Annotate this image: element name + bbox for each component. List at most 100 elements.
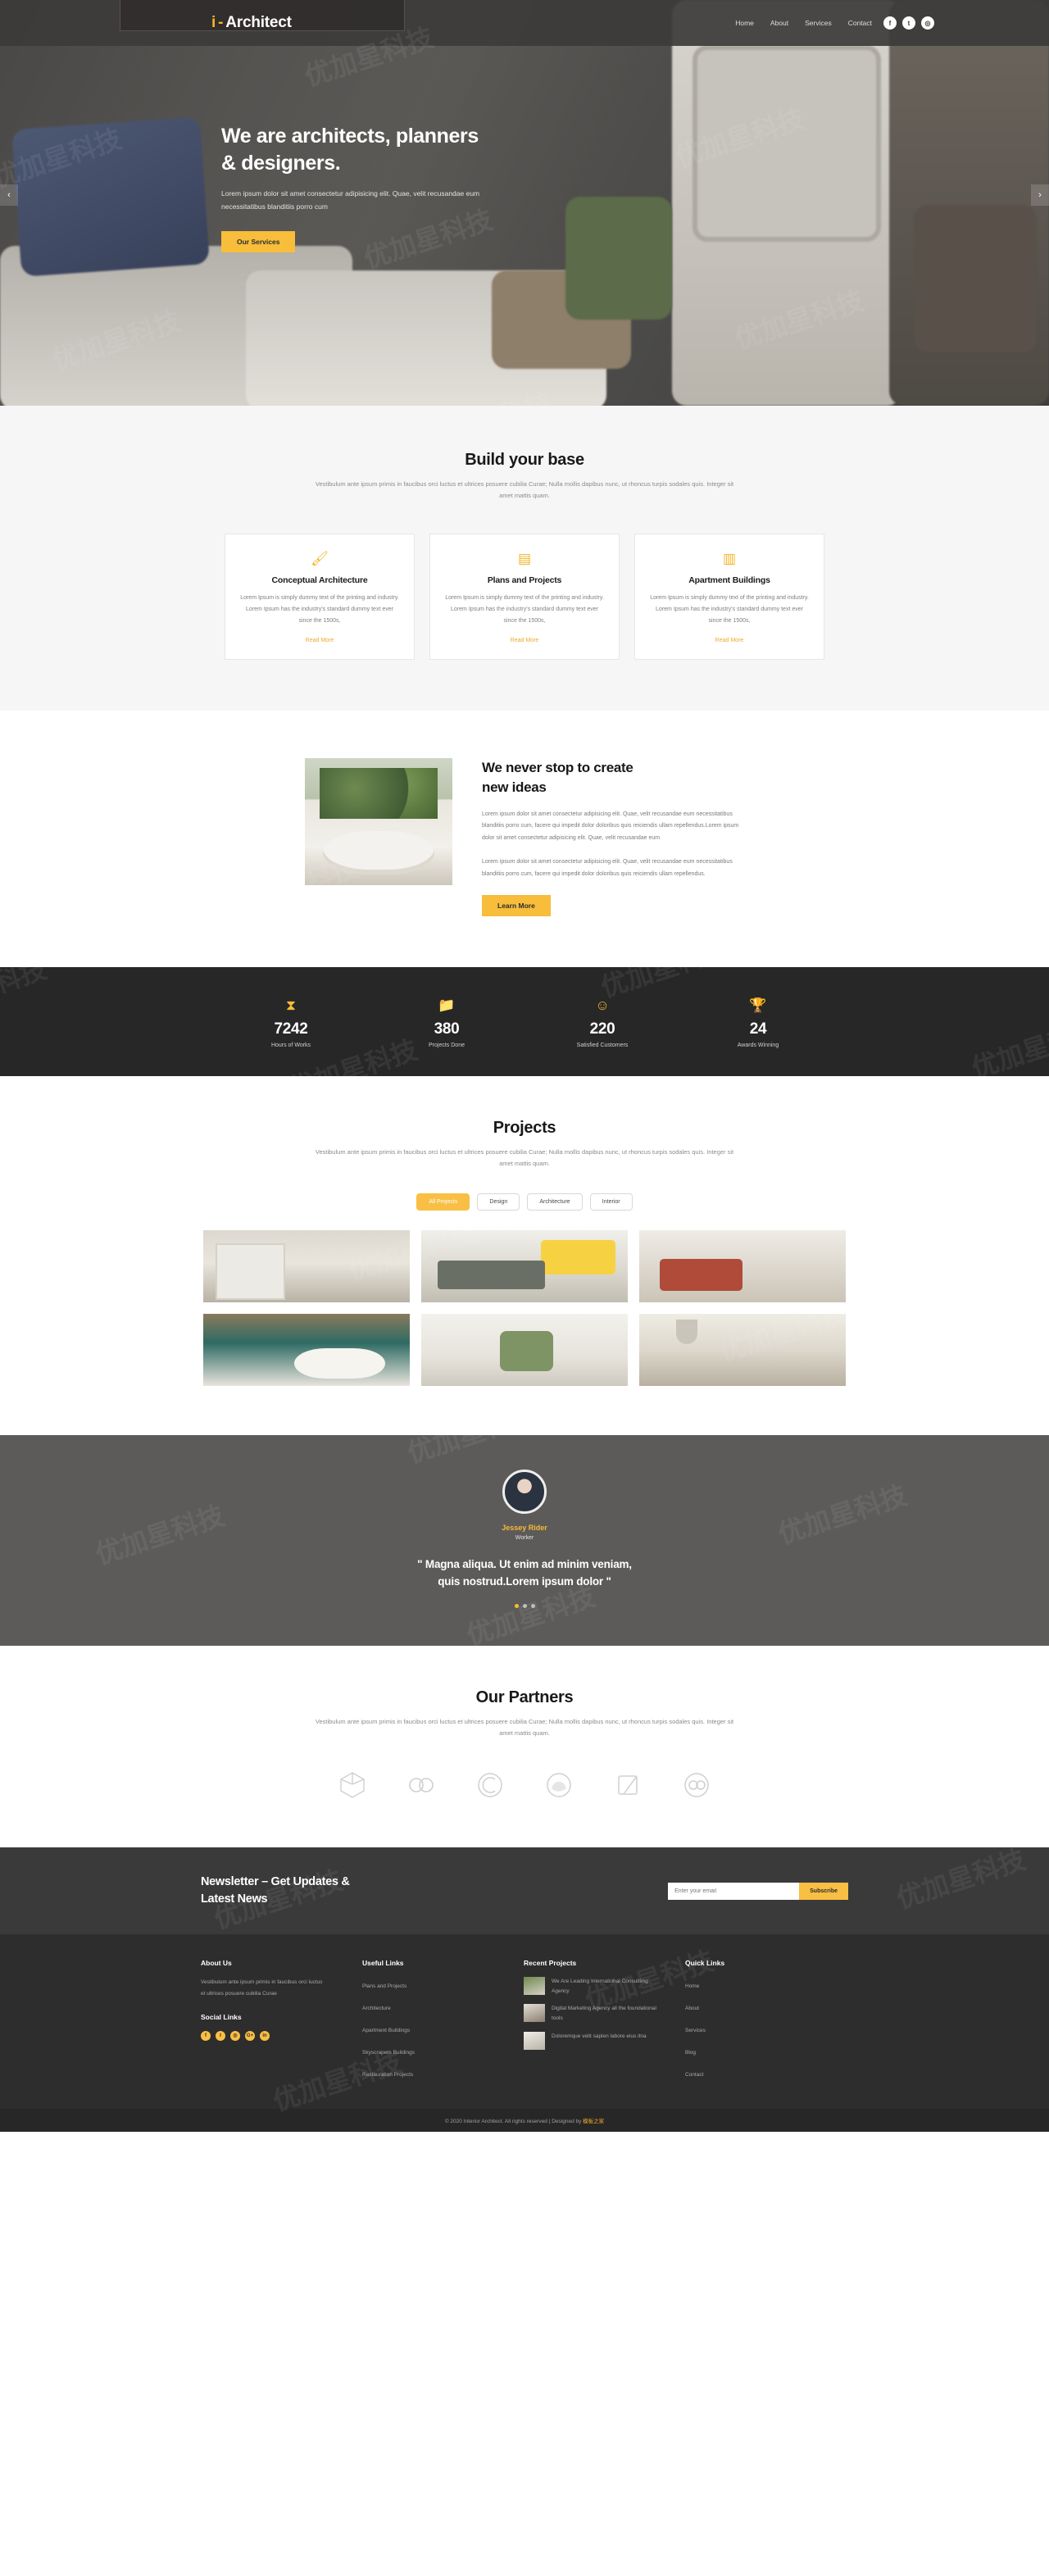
stat-label: Satisfied Customers [576, 1043, 629, 1049]
build-your-base-section: Build your base Vestibulum ante ipsum pr… [0, 406, 1049, 711]
quick-link-home[interactable]: Home [685, 1983, 699, 1989]
quick-link-contact[interactable]: Contact [685, 2072, 703, 2078]
testimonial-pagination-dots [0, 1603, 1049, 1608]
project-thumbnail[interactable] [203, 1229, 410, 1302]
useful-link-plans-and-projects[interactable]: Plans and Projects [362, 1983, 406, 1989]
partner-logos [0, 1769, 1049, 1801]
quick-link-blog[interactable]: Blog [685, 2050, 696, 2056]
folder-icon: 📁 [438, 997, 456, 1014]
double-circle-logo-icon [405, 1769, 438, 1801]
logo-text: Architect [225, 14, 292, 31]
list-item[interactable]: Digital Marketing Agency all the foundat… [524, 2004, 685, 2024]
carousel-prev-button[interactable]: ‹ [0, 184, 18, 206]
c-circle-logo-icon [474, 1769, 506, 1801]
service-card-conceptual-architecture[interactable]: 🖌 Conceptual Architecture Lorem Ipsum is… [225, 533, 415, 660]
read-more-link[interactable]: Read More [306, 638, 334, 643]
footer-useful-title: Useful Links [362, 1959, 404, 1968]
list-item: Plans and Projects [362, 1977, 524, 1992]
newsletter-form: Subscribe [668, 1882, 848, 1900]
our-services-button[interactable]: Our Services [221, 231, 296, 253]
ideas-title-line2: new ideas [482, 779, 547, 795]
pagination-dot-1[interactable] [514, 1603, 519, 1608]
quick-link-services[interactable]: Services [685, 2028, 706, 2033]
project-thumbnail[interactable] [639, 1229, 846, 1302]
service-card-apartment-buildings[interactable]: ▥ Apartment Buildings Lorem Ipsum is sim… [634, 533, 824, 660]
useful-link-skyscrapers-buildings[interactable]: Skyscrapers Buildings [362, 2050, 415, 2056]
read-more-link[interactable]: Read More [715, 638, 744, 643]
instagram-icon[interactable]: ◎ [921, 16, 934, 30]
testimonial-quote: " Magna aliqua. Ut enim ad minim veniam,… [0, 1556, 1049, 1591]
useful-link-architecture[interactable]: Architecture [362, 2006, 391, 2011]
instagram-icon[interactable]: ◎ [230, 2030, 240, 2041]
filter-all-projects[interactable]: All Projects [416, 1193, 470, 1211]
nav-item-services[interactable]: Services [805, 19, 832, 27]
footer: About Us Vestibulum ante ipsum primis in… [0, 1934, 1049, 2110]
stat-label: Projects Done [429, 1043, 465, 1049]
list-item: Architecture [362, 1999, 524, 2014]
twitter-icon[interactable]: t [902, 16, 915, 30]
project-filters: All Projects Design Architecture Interio… [0, 1193, 1049, 1211]
read-more-link[interactable]: Read More [511, 638, 539, 643]
quick-link-about[interactable]: About [685, 2006, 699, 2011]
filter-interior[interactable]: Interior [589, 1193, 633, 1211]
copyright-text: © 2020 Interior Architect. All rights re… [444, 2119, 584, 2125]
testimonial-section: Jessey Rider Worker " Magna aliqua. Ut e… [0, 1434, 1049, 1646]
email-input[interactable] [668, 1882, 800, 1900]
learn-more-button[interactable]: Learn More [482, 895, 551, 917]
pagination-dot-3[interactable] [530, 1603, 535, 1608]
new-ideas-section: We never stop to create new ideas Lorem … [0, 711, 1049, 968]
copyright-link[interactable]: 模板之家 [583, 2119, 604, 2124]
smiley-icon: ☺ [595, 997, 610, 1014]
service-card-title: Conceptual Architecture [271, 575, 368, 585]
nav-item-about[interactable]: About [770, 19, 788, 27]
ideas-title: We never stop to create new ideas [482, 758, 744, 797]
subscribe-button[interactable]: Subscribe [799, 1882, 848, 1900]
site-logo[interactable]: i - Architect [211, 14, 292, 32]
twitter-icon[interactable]: t [216, 2030, 225, 2041]
list-item[interactable]: Doloremque velit sapien labore eius itna [524, 2031, 685, 2050]
hourglass-icon: ⧗ [286, 997, 296, 1014]
service-card-body: Lorem Ipsum is simply dummy text of the … [240, 594, 399, 625]
list-item: Restauration Projects [362, 2065, 524, 2080]
partners-title: Our Partners [475, 1688, 574, 1706]
filter-architecture[interactable]: Architecture [527, 1193, 583, 1211]
newsletter-section: Newsletter – Get Updates & Latest News S… [0, 1847, 1049, 1935]
service-card-title: Apartment Buildings [688, 575, 770, 585]
pagination-dot-2[interactable] [522, 1603, 527, 1608]
logo-mark-icon: i [211, 14, 216, 31]
project-thumbnail[interactable] [639, 1313, 846, 1386]
google-plus-icon[interactable]: G+ [245, 2030, 255, 2041]
project-thumbnail[interactable] [421, 1313, 628, 1386]
facebook-icon[interactable]: f [883, 16, 897, 30]
stat-number: 24 [749, 1020, 767, 1038]
paintbrush-icon: 🖌 [311, 550, 329, 566]
newsletter-title-line2: Latest News [201, 1892, 268, 1906]
list-item: Home [685, 1977, 847, 1992]
build-subtitle: Vestibulum ante ipsum primis in faucibus… [315, 480, 734, 500]
footer-column-recent-projects: Recent Projects We Are Leading Internati… [524, 1959, 685, 2088]
carousel-next-button[interactable]: › [1031, 184, 1049, 206]
project-thumbnail[interactable] [203, 1313, 410, 1386]
list-item[interactable]: We Are Leading International Consultiing… [524, 1977, 685, 1997]
footer-social-links: f t ◎ G+ in [201, 2030, 362, 2041]
page-root: i - Architect Home About Services Contac… [0, 0, 1049, 2133]
infinity-circle-logo-icon [680, 1769, 713, 1801]
filter-design[interactable]: Design [477, 1193, 520, 1211]
stat-number: 220 [589, 1020, 615, 1038]
useful-link-apartment-buildings[interactable]: Apartment Buildings [362, 2028, 410, 2033]
useful-link-restauration-projects[interactable]: Restauration Projects [362, 2072, 413, 2078]
nav-item-contact[interactable]: Contact [848, 19, 872, 27]
linkedin-icon[interactable]: in [260, 2030, 270, 2041]
partners-subtitle: Vestibulum ante ipsum primis in faucibus… [315, 1717, 734, 1738]
projects-subtitle: Vestibulum ante ipsum primis in faucibus… [315, 1148, 734, 1168]
recent-project-thumbnail [524, 2004, 545, 2023]
project-thumbnail[interactable] [421, 1229, 628, 1302]
nav-item-home[interactable]: Home [735, 19, 754, 27]
footer-quick-title: Quick Links [685, 1959, 725, 1968]
facebook-icon[interactable]: f [201, 2030, 211, 2041]
trophy-icon: 🏆 [749, 997, 767, 1014]
list-item: Services [685, 2021, 847, 2036]
ideas-text-block: We never stop to create new ideas Lorem … [482, 758, 744, 917]
stat-number: 7242 [274, 1020, 308, 1038]
service-card-plans-and-projects[interactable]: ▤ Plans and Projects Lorem Ipsum is simp… [429, 533, 620, 660]
